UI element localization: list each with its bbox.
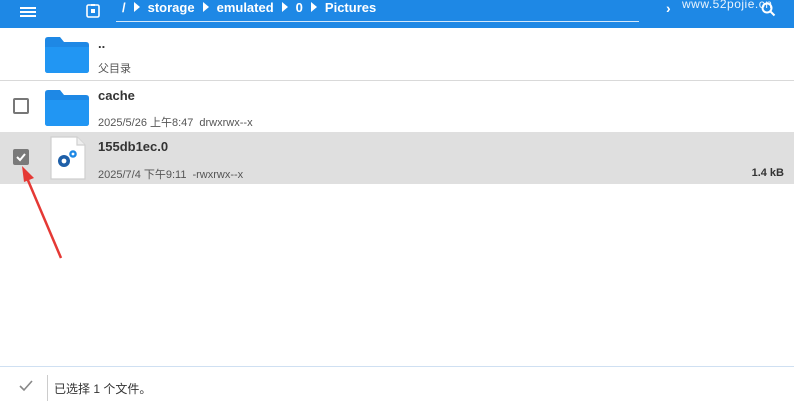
file-date: 2025/7/4 下午9:11 [98, 169, 187, 181]
chevron-right-icon[interactable]: › [666, 0, 671, 16]
file-meta: 2025/5/26 上午8:47 drwxrwx--x [98, 114, 253, 130]
breadcrumb-0[interactable]: 0 [296, 0, 303, 15]
row-checkbox[interactable] [13, 98, 29, 114]
divider [47, 375, 48, 401]
file-name: 155db1ec.0 [98, 139, 169, 154]
file-permissions: drwxrwx--x [199, 117, 253, 129]
hamburger-menu-icon[interactable] [20, 5, 36, 19]
breadcrumb-root[interactable]: / [122, 0, 126, 15]
file-size: 1.4 kB [751, 167, 784, 179]
list-item-parent[interactable]: .. 父目录 [0, 28, 794, 80]
list-item-155db1ec[interactable]: 155db1ec.0 2025/7/4 下午9:11 -rwxrwx--x 1.4… [0, 132, 794, 184]
file-name: cache [98, 88, 135, 103]
file-subtitle: 父目录 [98, 63, 131, 75]
folder-icon [45, 37, 89, 73]
settings-file-icon [50, 136, 86, 180]
folder-icon [45, 90, 89, 126]
file-date: 2025/5/26 上午8:47 [98, 117, 194, 129]
chevron-right-icon [202, 2, 209, 12]
breadcrumb-underline [116, 21, 639, 22]
status-text: 已选择 1 个文件。 [54, 382, 152, 396]
file-meta: 2025/7/4 下午9:11 -rwxrwx--x [98, 166, 243, 182]
checkmark-icon [16, 153, 26, 162]
breadcrumb: / storage emulated 0 Pictures [122, 0, 376, 15]
breadcrumb-emulated[interactable]: emulated [217, 0, 274, 15]
breadcrumb-pictures[interactable]: Pictures [325, 0, 376, 15]
list-item-cache[interactable]: cache 2025/5/26 上午8:47 drwxrwx--x [0, 81, 794, 133]
file-permissions: -rwxrwx--x [192, 169, 244, 181]
selection-status-bar: 已选择 1 个文件。 [0, 366, 794, 407]
chevron-right-icon [133, 2, 140, 12]
breadcrumb-storage[interactable]: storage [148, 0, 195, 15]
watermark: www.52pojie.cn [682, 0, 773, 11]
file-name: .. [98, 36, 106, 51]
row-checkbox-checked[interactable] [13, 149, 29, 165]
chevron-right-icon [281, 2, 288, 12]
storage-device-icon[interactable] [86, 4, 100, 18]
top-app-bar: / storage emulated 0 Pictures › www.52po… [0, 0, 794, 28]
checkmark-icon[interactable] [18, 378, 34, 394]
search-icon[interactable] [760, 1, 776, 17]
chevron-right-icon [310, 2, 317, 12]
